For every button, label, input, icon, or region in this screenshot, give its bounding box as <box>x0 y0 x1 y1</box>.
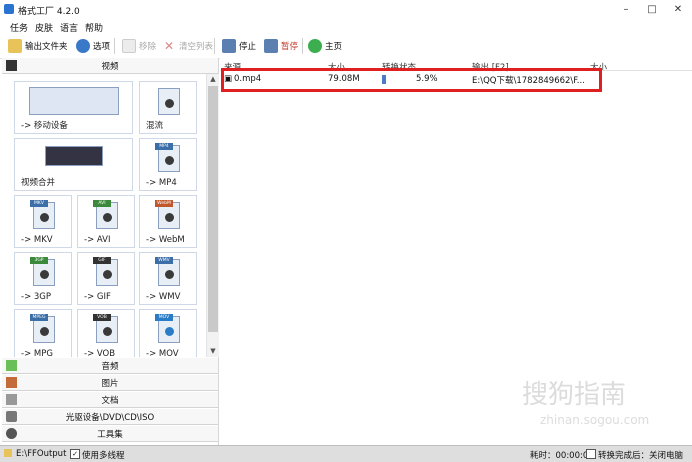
mux-icon <box>158 88 180 115</box>
tile-mov[interactable]: MOV -> MOV <box>139 309 197 357</box>
tile-mkv[interactable]: MKV -> MKV <box>14 195 72 248</box>
clear-list-button[interactable]: ✕ 清空列表 <box>162 38 213 54</box>
after-convert-checkbox[interactable] <box>586 449 596 459</box>
output-folder-button[interactable]: 输出文件夹 <box>8 38 68 54</box>
category-video[interactable]: 视频 <box>2 58 218 74</box>
tile-mux[interactable]: 混流 <box>139 81 197 134</box>
minimize-button[interactable]: – <box>614 2 638 18</box>
multithread-checkbox[interactable]: ✓ <box>70 449 80 459</box>
tile-video-merge[interactable]: 视频合并 <box>14 138 133 191</box>
video-format-grid: -> 移动设备 混流 视频合并 MP4 -> MP4 MKV -> MKV AV… <box>2 74 204 357</box>
menu-help[interactable]: 帮助 <box>85 21 103 34</box>
watermark-url: zhinan.sogou.com <box>540 413 650 427</box>
options-button[interactable]: 选项 <box>76 38 110 54</box>
tile-mpg[interactable]: MPEG -> MPG <box>14 309 72 357</box>
mobile-devices-icon <box>29 87 119 115</box>
menu-task[interactable]: 任务 <box>10 21 28 34</box>
output-path[interactable]: E:\FFOutput <box>16 449 66 459</box>
home-globe-icon <box>308 39 322 53</box>
after-convert-label: 转换完成后：关闭电脑 <box>598 451 684 461</box>
stop-button[interactable]: 停止 <box>222 38 256 54</box>
vob-file-icon: VOB <box>93 314 118 343</box>
scroll-down-icon[interactable]: ▼ <box>208 346 218 356</box>
home-button[interactable]: 主页 <box>308 38 342 54</box>
menu-language[interactable]: 语言 <box>60 21 78 34</box>
scroll-thumb[interactable] <box>208 86 218 332</box>
folder-icon <box>8 39 22 53</box>
3gp-file-icon: 3GP <box>30 257 55 286</box>
status-bar: E:\FFOutput ✓ 使用多线程 耗时：00:00:02 转换完成后：关闭… <box>0 445 692 462</box>
mov-file-icon: MOV <box>155 314 180 343</box>
mp4-file-icon: MP4 <box>155 143 180 172</box>
maximize-button[interactable]: □ <box>640 2 664 18</box>
video-merge-icon <box>45 146 103 166</box>
title-bar: 格式工厂 4.2.0 – □ ✕ <box>0 0 692 20</box>
clear-icon: ✕ <box>163 39 175 53</box>
gif-file-icon: GIF <box>93 257 118 286</box>
category-document[interactable]: 文档 <box>2 392 218 408</box>
mkv-file-icon: MKV <box>30 200 55 229</box>
avi-file-icon: AVI <box>93 200 118 229</box>
stop-icon <box>222 39 236 53</box>
category-image[interactable]: 图片 <box>2 375 218 391</box>
elapsed-time: 耗时：00:00:02 <box>530 451 594 461</box>
remove-button[interactable]: 移除 <box>122 38 156 54</box>
category-panel: 视频 -> 移动设备 混流 视频合并 MP4 -> MP4 MKV -> MKV… <box>2 58 219 445</box>
tile-wmv[interactable]: WMV -> WMV <box>139 252 197 305</box>
wmv-file-icon: WMV <box>155 257 180 286</box>
webm-file-icon: WebM <box>155 200 180 229</box>
close-button[interactable]: ✕ <box>666 2 690 18</box>
category-tools[interactable]: 工具集 <box>2 426 218 442</box>
pause-icon <box>264 39 278 53</box>
category-audio[interactable]: 音频 <box>2 358 218 374</box>
scroll-up-icon[interactable]: ▲ <box>208 74 218 84</box>
toolbar: 输出文件夹 选项 移除 ✕ 清空列表 停止 暂停 主页 <box>0 34 692 59</box>
menu-skin[interactable]: 皮肤 <box>35 21 53 34</box>
tile-3gp[interactable]: 3GP -> 3GP <box>14 252 72 305</box>
category-disc[interactable]: 光驱设备\DVD\CD\ISO <box>2 409 218 425</box>
tile-mobile-devices[interactable]: -> 移动设备 <box>14 81 133 134</box>
tile-mp4[interactable]: MP4 -> MP4 <box>139 138 197 191</box>
window-title: 格式工厂 4.2.0 <box>18 7 80 17</box>
watermark: 搜狗指南 <box>522 380 627 410</box>
mpg-file-icon: MPEG <box>30 314 55 343</box>
tile-vob[interactable]: VOB -> VOB <box>77 309 135 357</box>
highlight-box <box>221 68 602 92</box>
menu-bar: 任务 皮肤 语言 帮助 <box>0 20 692 34</box>
category-scrollbar[interactable]: ▲ ▼ <box>206 74 219 357</box>
app-icon <box>4 4 14 14</box>
pause-button[interactable]: 暂停 <box>264 38 298 54</box>
multithread-label: 使用多线程 <box>82 451 125 461</box>
remove-icon <box>122 39 136 53</box>
tile-webm[interactable]: WebM -> WebM <box>139 195 197 248</box>
tile-avi[interactable]: AVI -> AVI <box>77 195 135 248</box>
output-folder-icon <box>4 449 12 457</box>
options-icon <box>76 39 90 53</box>
tile-gif[interactable]: GIF -> GIF <box>77 252 135 305</box>
